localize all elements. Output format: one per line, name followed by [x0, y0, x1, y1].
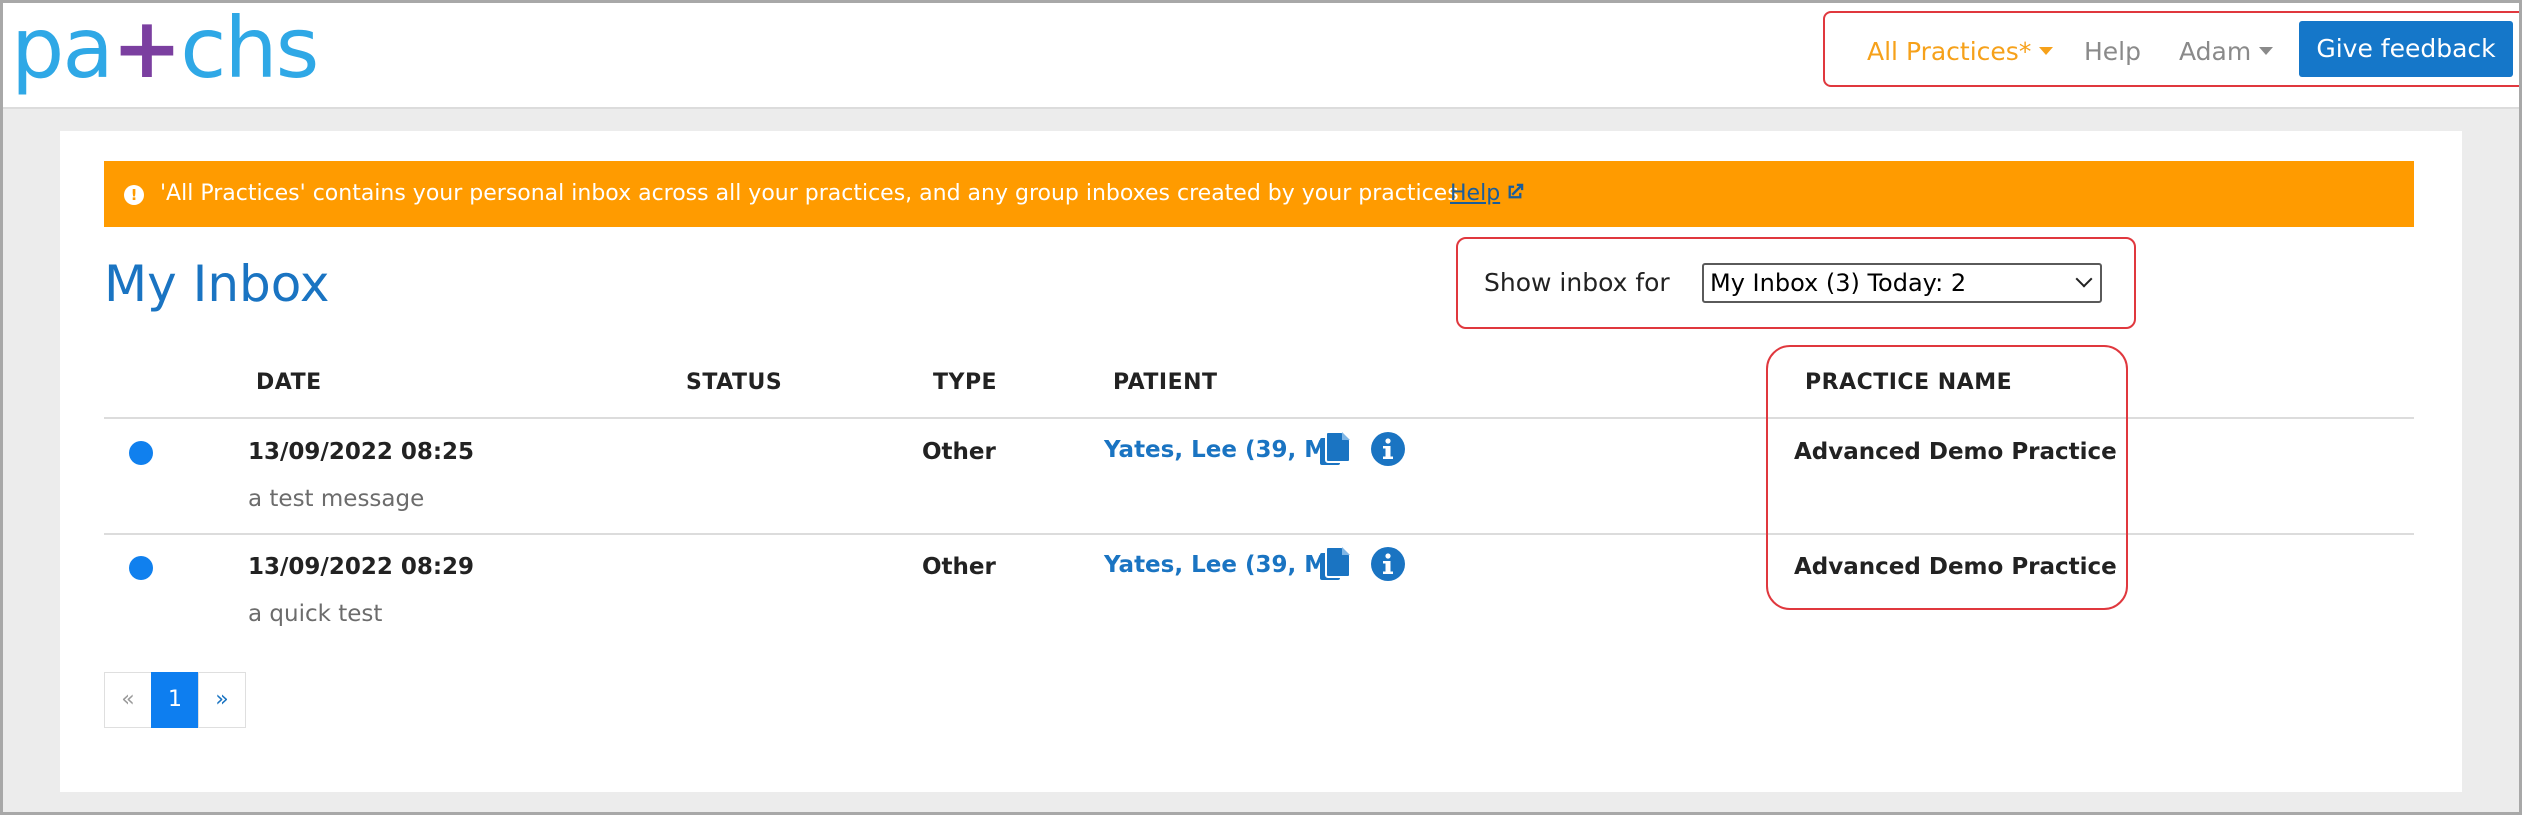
chevron-down-icon — [2075, 270, 2093, 288]
show-inbox-label: Show inbox for — [1484, 268, 1670, 297]
alert-text: 'All Practices' contains your personal i… — [160, 181, 1459, 206]
info-icon[interactable] — [1370, 546, 1406, 582]
column-header-type[interactable]: TYPE — [933, 369, 997, 397]
row-type: Other — [922, 554, 996, 580]
top-navbar: pa+chs All Practices* Help Adam Give fee… — [3, 3, 2522, 109]
table-row[interactable]: 13/09/2022 08:25 a test message Other Ya… — [104, 419, 2414, 533]
column-header-date[interactable]: DATE — [256, 369, 322, 397]
column-header-status[interactable]: STATUS — [686, 369, 782, 397]
nav-highlight-box: All Practices* Help Adam Give feedback — [1823, 11, 2522, 87]
practices-dropdown-label: All Practices* — [1867, 37, 2032, 66]
inbox-card: ! 'All Practices' contains your personal… — [60, 131, 2462, 792]
copy-icon[interactable] — [1318, 546, 1352, 584]
info-icon[interactable] — [1370, 431, 1406, 467]
page-title: My Inbox — [104, 255, 330, 313]
inbox-select-value: My Inbox (3) Today: 2 — [1710, 269, 1967, 297]
row-type: Other — [922, 439, 996, 465]
pagination-next-button[interactable]: » — [198, 672, 246, 728]
patchs-logo[interactable]: pa+chs — [11, 3, 319, 93]
all-practices-alert: ! 'All Practices' contains your personal… — [104, 161, 2414, 227]
pagination-page-1[interactable]: 1 — [151, 672, 199, 728]
row-practice-name: Advanced Demo Practice — [1794, 439, 2117, 465]
row-patient-link[interactable]: Yates, Lee (39, M) — [1104, 550, 1338, 580]
row-date: 13/09/2022 08:29 — [248, 554, 475, 580]
column-header-practice-name[interactable]: PRACTICE NAME — [1805, 369, 2012, 397]
help-link[interactable]: Help — [2084, 37, 2141, 67]
table-row[interactable]: 13/09/2022 08:29 a quick test Other Yate… — [104, 534, 2414, 648]
column-header-patient[interactable]: PATIENT — [1113, 369, 1218, 397]
exclamation-circle-icon: ! — [124, 185, 144, 205]
copy-icon[interactable] — [1318, 431, 1352, 469]
user-dropdown-label: Adam — [2179, 37, 2252, 66]
row-preview: a test message — [248, 486, 425, 512]
practices-dropdown[interactable]: All Practices* — [1867, 37, 2054, 67]
pagination-prev-button[interactable]: « — [104, 672, 152, 728]
show-inbox-highlight: Show inbox for My Inbox (3) Today: 2 — [1456, 237, 2136, 329]
alert-help-link[interactable]: Help — [1450, 161, 1526, 227]
alert-help-link-label: Help — [1450, 181, 1501, 206]
caret-down-icon — [2259, 47, 2274, 55]
give-feedback-button[interactable]: Give feedback — [2299, 21, 2513, 77]
external-link-icon — [1508, 183, 1524, 199]
inbox-select[interactable]: My Inbox (3) Today: 2 — [1702, 263, 2102, 303]
row-date: 13/09/2022 08:25 — [248, 439, 475, 465]
user-dropdown[interactable]: Adam — [2179, 37, 2274, 67]
row-preview: a quick test — [248, 601, 383, 627]
row-patient-link[interactable]: Yates, Lee (39, M) — [1104, 435, 1338, 465]
unread-dot-icon — [129, 556, 153, 580]
unread-dot-icon — [129, 441, 153, 465]
row-practice-name: Advanced Demo Practice — [1794, 554, 2117, 580]
caret-down-icon — [2039, 47, 2054, 55]
